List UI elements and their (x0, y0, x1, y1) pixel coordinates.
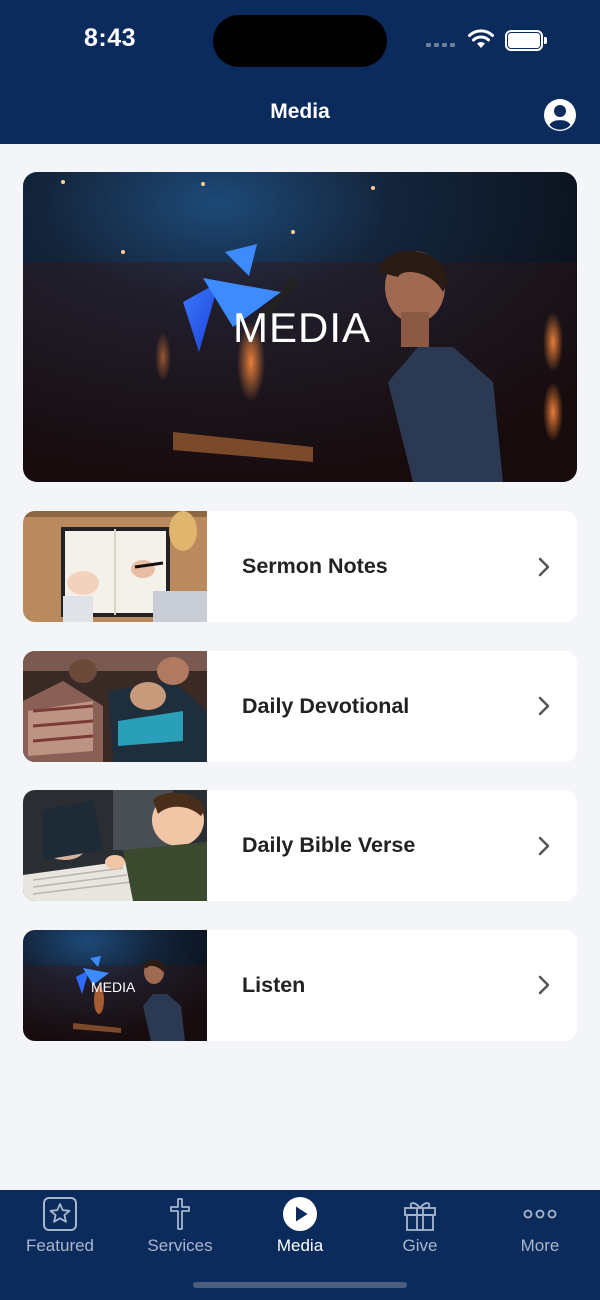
home-indicator (193, 1282, 407, 1288)
hero-logo-text: MEDIA (233, 304, 371, 351)
chevron-right-icon (538, 557, 550, 576)
media-hero-banner[interactable]: MEDIA (23, 172, 577, 482)
list-item-label: Listen (242, 972, 306, 997)
chevron-right-icon (538, 836, 550, 855)
star-icon (43, 1197, 77, 1231)
tab-label: Featured (25, 1236, 95, 1255)
dynamic-island (213, 15, 387, 67)
chevron-right-icon (538, 975, 550, 995)
list-item-daily-bible-verse[interactable]: Daily Bible Verse (23, 790, 577, 901)
tab-label: More (520, 1236, 560, 1255)
tab-featured[interactable]: Featured (0, 1190, 120, 1300)
chevron-right-icon (538, 696, 550, 716)
signal-icon (426, 43, 455, 47)
sermon-notes-thumbnail (23, 511, 207, 622)
cross-icon (170, 1198, 190, 1230)
more-icon (523, 1209, 557, 1219)
page-title: Media (270, 100, 330, 123)
listen-thumbnail: MEDIA (23, 929, 207, 1041)
list-item-daily-devotional[interactable]: Daily Devotional (23, 650, 577, 762)
list-item-label: Daily Devotional (242, 693, 410, 718)
gift-icon (404, 1202, 436, 1231)
daily-devotional-thumbnail (23, 650, 207, 762)
daily-bible-verse-thumbnail (23, 790, 207, 901)
tab-label: Media (276, 1236, 324, 1255)
tab-label: Give (402, 1236, 438, 1255)
media-list: Sermon Notes Daily Devotional Daily Bibl… (23, 511, 577, 1069)
wifi-icon (468, 29, 494, 48)
play-icon (283, 1197, 317, 1231)
tab-more[interactable]: More (480, 1190, 600, 1300)
list-item-sermon-notes[interactable]: Sermon Notes (23, 511, 577, 622)
top-bar: 8:43 Media (0, 0, 600, 144)
profile-icon[interactable] (543, 98, 577, 132)
tab-label: Services (147, 1236, 213, 1255)
listen-thumb-logo-text: MEDIA (91, 979, 136, 995)
status-time: 8:43 (84, 24, 137, 52)
list-item-listen[interactable]: MEDIA Listen (23, 929, 577, 1041)
list-item-label: Sermon Notes (242, 554, 388, 578)
list-item-label: Daily Bible Verse (242, 833, 416, 857)
hero-image: MEDIA (23, 172, 577, 482)
battery-icon (505, 30, 547, 51)
